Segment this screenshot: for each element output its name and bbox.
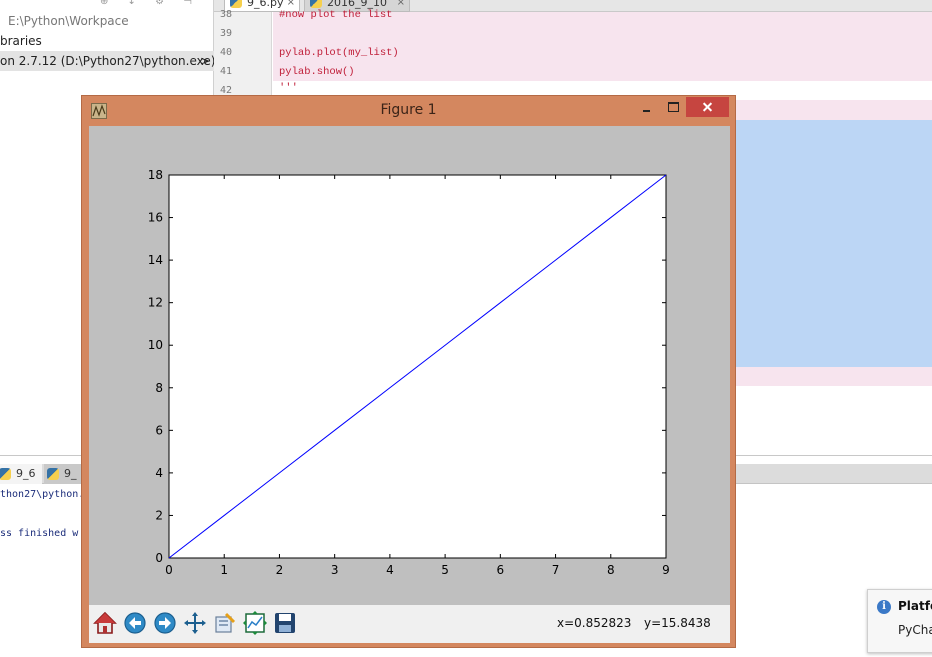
y-tick-label: 16 <box>148 211 163 225</box>
x-tick-label: 8 <box>607 563 615 577</box>
y-tick-label: 8 <box>155 381 163 395</box>
line-number: 38 <box>220 9 233 20</box>
figure-titlebar[interactable]: Figure 1 <box>82 96 735 126</box>
line-chart: 0 1 2 3 4 5 6 7 8 9024681012141618 <box>148 168 670 577</box>
x-tick-label: 0 <box>165 563 173 577</box>
expand-arrow-icon[interactable]: > <box>200 51 210 71</box>
line-number: 41 <box>220 66 233 77</box>
console-line: ss finished w <box>0 528 79 539</box>
x-tick-label: 2 <box>276 563 284 577</box>
close-button[interactable] <box>686 97 729 117</box>
y-tick-label: 6 <box>155 423 163 437</box>
y-tick-label: 12 <box>148 296 163 310</box>
figure-canvas[interactable]: 0 1 2 3 4 5 6 7 8 9 0 2 4 6 8 10 12 14 16 18 <box>89 126 730 605</box>
code-selection <box>735 120 932 367</box>
y-tick-label: 14 <box>148 253 163 267</box>
notification-title: Platfo <box>898 599 932 613</box>
info-icon: i <box>877 600 891 614</box>
notification-popup[interactable]: i Platfo PyCha <box>867 589 932 653</box>
python-run-icon <box>0 468 11 480</box>
pan-button[interactable] <box>181 609 209 637</box>
x-tick-label: 6 <box>497 563 505 577</box>
back-button[interactable] <box>121 609 149 637</box>
code-line: ''' <box>279 82 298 94</box>
code-line: pylab.show() <box>279 66 355 78</box>
run-tab-9-6[interactable]: 9_6 <box>0 464 42 484</box>
run-tab-label: 9_6 <box>16 467 36 480</box>
editor-tab-label: 2016_9_10 <box>327 0 387 9</box>
project-toolbar: ⊕ ↕ ⚙ ⊣ <box>100 0 200 7</box>
zoom-icon <box>215 612 236 633</box>
x-tick-label: 4 <box>386 563 394 577</box>
save-button[interactable] <box>271 609 299 637</box>
save-icon <box>275 613 295 633</box>
python-run-icon <box>47 468 59 480</box>
forward-button[interactable] <box>151 609 179 637</box>
python-file-icon <box>230 0 242 8</box>
forward-arrow-icon <box>154 612 176 634</box>
subplots-button[interactable] <box>241 609 269 637</box>
x-tick-label: 3 <box>331 563 339 577</box>
back-arrow-icon <box>124 612 146 634</box>
line-number: 39 <box>220 28 233 39</box>
close-tab-icon[interactable]: × <box>397 0 405 12</box>
editor-tab-label: 9_6.py <box>247 0 284 9</box>
y-tick-label: 2 <box>155 508 163 522</box>
minimize-button[interactable] <box>634 97 660 117</box>
notification-body: PyCha <box>898 623 932 637</box>
y-tick-label: 0 <box>155 551 163 565</box>
figure-window[interactable]: Figure 1 0 1 2 3 4 5 6 7 8 9 0 2 4 6 8 10 12 14 16 18 <box>81 95 736 648</box>
y-tick-label: 18 <box>148 168 163 182</box>
zoom-button[interactable] <box>211 609 239 637</box>
console-line: thon27\python. <box>0 489 85 500</box>
y-tick-label: 4 <box>155 466 163 480</box>
tree-item-project-path[interactable]: E:\Python\Workpace <box>8 11 129 31</box>
configure-subplots-icon <box>243 611 267 635</box>
pan-icon <box>184 612 206 634</box>
x-tick-label: 1 <box>220 563 228 577</box>
code-line: pylab.plot(my_list) <box>279 47 399 59</box>
tree-item-interpreter[interactable]: on 2.7.12 (D:\Python27\python.exe) > <box>0 51 216 71</box>
navigation-toolbar: x=0.852823 y=15.8438 <box>89 605 730 643</box>
interpreter-label: on 2.7.12 (D:\Python27\python.exe) <box>0 54 216 68</box>
maximize-button[interactable] <box>660 97 686 117</box>
x-tick-label: 5 <box>441 563 449 577</box>
cursor-y-readout: y=15.8438 <box>644 616 711 630</box>
x-tick-label: 7 <box>552 563 560 577</box>
cursor-x-readout: x=0.852823 <box>557 616 632 630</box>
line-number: 40 <box>220 47 233 58</box>
code-line: #now plot the list <box>279 9 393 21</box>
run-tab-second[interactable]: 9_ <box>44 464 84 484</box>
y-tick-label: 10 <box>148 338 163 352</box>
x-tick-label: 9 <box>662 563 670 577</box>
home-icon <box>93 611 117 634</box>
home-button[interactable] <box>91 609 119 637</box>
python-file-icon <box>310 0 322 8</box>
run-tab-label: 9_ <box>64 467 77 480</box>
tree-item-libraries[interactable]: braries <box>0 31 42 51</box>
